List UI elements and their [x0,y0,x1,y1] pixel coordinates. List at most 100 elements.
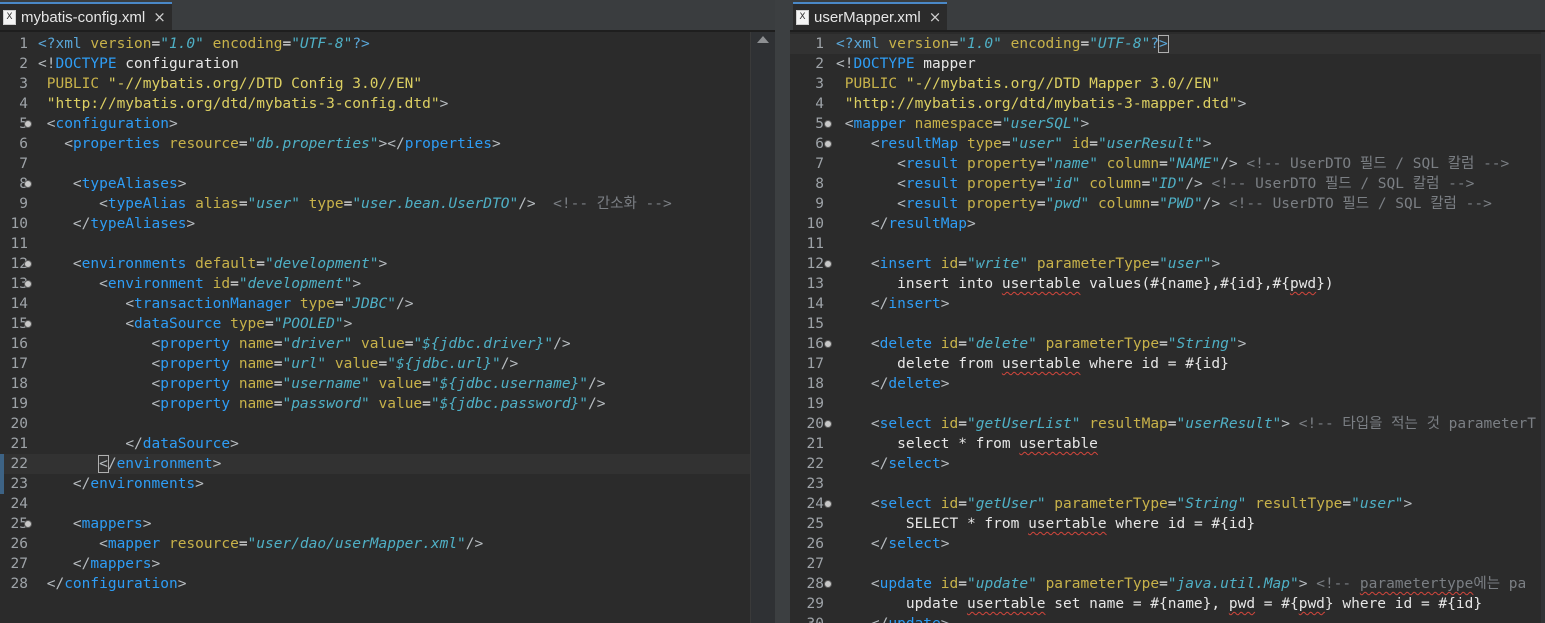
code-line: 28 <update id="update" parameterType="ja… [790,574,1545,594]
tab-mybatis-config[interactable]: X mybatis-config.xml × [0,2,172,30]
scroll-up-icon[interactable] [757,36,769,43]
code-line: 9 <typeAlias alias="user" type="user.bea… [0,194,775,214]
editor-pane-right: X userMapper.xml × 1 <?xml version="1.0" … [790,0,1545,623]
line-number: 12 [806,256,824,272]
code-line: 8 <result property="id" column="ID"/> <!… [790,174,1545,194]
code-line: 7 <result property="name" column="NAME"/… [790,154,1545,174]
code-line: 20 <select id="getUserList" resultMap="u… [790,414,1545,434]
line-number: 11 [10,236,28,252]
fold-icon[interactable] [24,180,32,188]
line-number: 19 [806,396,824,412]
tab-bar-right: X userMapper.xml × [790,0,1545,32]
line-number: 30 [792,614,824,623]
line-number: 21 [10,436,28,452]
line-number: 17 [806,356,824,372]
line-number: 2 [19,56,28,72]
code-line-current: 22 </environment> [0,454,751,474]
tab-title: mybatis-config.xml [21,8,146,26]
code-editor-left[interactable]: 1 <?xml version="1.0" encoding="UTF-8"?> … [0,32,775,623]
close-icon[interactable]: × [929,8,942,26]
line-number: 17 [10,356,28,372]
code-line: 16 <delete id="delete" parameterType="St… [790,334,1545,354]
code-line: 8 <typeAliases> [0,174,775,194]
code-line: 10 </typeAliases> [0,214,775,234]
fold-icon[interactable] [824,580,832,588]
code-line: 4 "http://mybatis.org/dtd/mybatis-3-conf… [0,94,775,114]
line-number: 6 [19,136,28,152]
code-line: 13 <environment id="development"> [0,274,775,294]
line-number: 27 [806,556,824,572]
fold-icon[interactable] [824,420,832,428]
code-line: 5 <mapper namespace="userSQL"> [790,114,1545,134]
line-number: 2 [815,56,824,72]
line-number: 7 [19,156,28,172]
fold-icon[interactable] [24,280,32,288]
line-number: 3 [815,76,824,92]
tab-user-mapper[interactable]: X userMapper.xml × [793,2,948,30]
line-number: 28 [10,576,28,592]
line-number: 23 [10,476,28,492]
line-number: 10 [10,216,28,232]
code-line: 20 [0,414,775,434]
fold-icon[interactable] [824,140,832,148]
code-line: 11 [790,234,1545,254]
fold-icon[interactable] [824,500,832,508]
editor-divider[interactable] [775,0,790,623]
code-line: 11 [0,234,775,254]
code-line: 1 <?xml version="1.0" encoding="UTF-8"?> [0,34,775,54]
line-number: 19 [10,396,28,412]
code-line: 18 <property name="username" value="${jd… [0,374,775,394]
code-line: 24 <select id="getUser" parameterType="S… [790,494,1545,514]
code-line: 26 <mapper resource="user/dao/userMapper… [0,534,775,554]
close-icon[interactable]: × [153,8,166,26]
code-line: 29 update usertable set name = #{name}, … [790,594,1545,614]
line-number: 13 [806,276,824,292]
vertical-scrollbar[interactable] [750,32,775,623]
line-number: 25 [806,516,824,532]
line-number: 7 [815,156,824,172]
tab-bar-left: X mybatis-config.xml × [0,0,775,32]
code-line: 22 </select> [790,454,1545,474]
code-line: 23 </environments> [0,474,775,494]
fold-icon[interactable] [24,520,32,528]
line-number: 9 [815,196,824,212]
line-number: 8 [815,176,824,192]
code-line: 15 [790,314,1545,334]
line-number: 9 [19,196,28,212]
line-number: 18 [806,376,824,392]
fold-icon[interactable] [24,260,32,268]
line-number: 14 [10,296,28,312]
line-number: 29 [806,596,824,612]
line-number: 1 [815,36,824,52]
code-editor-right[interactable]: 1 <?xml version="1.0" encoding="UTF-8"?> … [790,32,1545,623]
code-line: 17 <property name="url" value="${jdbc.ur… [0,354,775,374]
code-line: 3 PUBLIC "-//mybatis.org//DTD Config 3.0… [0,74,775,94]
fold-icon[interactable] [24,320,32,328]
line-number: 23 [806,476,824,492]
code-line: 2 <!DOCTYPE mapper [790,54,1545,74]
line-number: 4 [19,96,28,112]
line-number: 22 [806,456,824,472]
line-number: 18 [10,376,28,392]
line-number: 27 [10,556,28,572]
editor-pane-left: X mybatis-config.xml × 1 <?xml version="1… [0,0,775,623]
line-number: 10 [806,216,824,232]
vertical-scrollbar[interactable] [1541,32,1545,623]
line-number: 21 [806,436,824,452]
code-line-current: 1 <?xml version="1.0" encoding="UTF-8"?> [790,34,1545,54]
line-number: 28 [806,576,824,592]
code-line: 3 PUBLIC "-//mybatis.org//DTD Mapper 3.0… [790,74,1545,94]
code-line: 18 </delete> [790,374,1545,394]
code-line: 25 SELECT * from usertable where id = #{… [790,514,1545,534]
fold-icon[interactable] [824,340,832,348]
code-line: 21 select * from usertable [790,434,1545,454]
fold-icon[interactable] [824,260,832,268]
code-line: 9 <result property="pwd" column="PWD"/> … [790,194,1545,214]
line-number: 26 [10,536,28,552]
code-line: 27 [790,554,1545,574]
code-line: 5 <configuration> [0,114,775,134]
line-number: 16 [10,336,28,352]
fold-icon[interactable] [824,120,832,128]
line-number: 11 [806,236,824,252]
fold-icon[interactable] [24,120,32,128]
